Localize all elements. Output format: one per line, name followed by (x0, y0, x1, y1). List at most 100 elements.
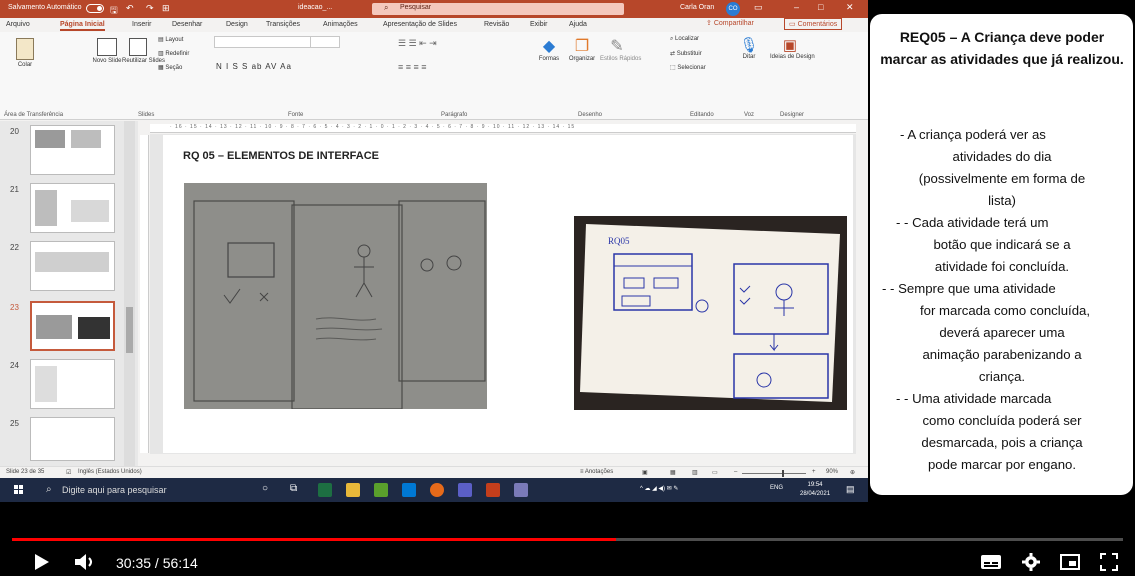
align-buttons[interactable]: ≡ ≡ ≡ ≡ (398, 62, 427, 72)
notes-button[interactable]: ≡ Anotações (580, 469, 613, 475)
close-icon[interactable]: ✕ (846, 2, 854, 13)
subtitles-button[interactable] (980, 554, 1002, 575)
paste-button[interactable]: Colar (8, 38, 42, 68)
settings-button[interactable] (1022, 553, 1040, 576)
design-ideas-button[interactable]: ▣ Ideias de Design (770, 36, 815, 60)
replace-button[interactable]: ⇄ Substituir (670, 50, 702, 57)
save-icon[interactable]: 🖫 (110, 3, 118, 19)
volume-button[interactable] (74, 553, 98, 576)
sketch-photo-wireframes[interactable] (184, 183, 487, 409)
tab-exibir[interactable]: Exibir (530, 21, 548, 28)
slide-title[interactable]: RQ 05 – ELEMENTOS DE INTERFACE (183, 150, 379, 162)
file-name[interactable]: ideacao_... (298, 4, 332, 11)
language-indicator[interactable]: ENG (770, 485, 783, 491)
scrollbar-thumb[interactable] (126, 307, 133, 353)
slide-thumbnail[interactable] (30, 125, 115, 175)
slide-thumbnail[interactable] (30, 183, 115, 233)
avatar[interactable]: CO (726, 2, 740, 16)
normal-view-icon[interactable]: ▣ (642, 469, 648, 476)
outlook-icon[interactable] (402, 483, 416, 497)
select-button[interactable]: ⬚ Selecionar (670, 64, 706, 71)
reading-view-icon[interactable]: ▥ (692, 469, 698, 476)
thumbnail-scrollbar[interactable] (124, 121, 135, 466)
file-explorer-icon[interactable] (346, 483, 360, 497)
autosave-toggle[interactable] (86, 4, 104, 13)
dictate-button[interactable]: 🎙 Ditar (736, 36, 762, 60)
quick-styles-button[interactable]: ✎ Estilos Rápidos (600, 36, 641, 62)
tab-design[interactable]: Design (226, 21, 248, 28)
tab-ajuda[interactable]: Ajuda (569, 21, 587, 28)
zoom-slider[interactable] (742, 473, 806, 474)
sketch-photo-interface[interactable]: RQ05 (574, 216, 847, 410)
slide-thumbnail[interactable] (30, 241, 115, 291)
minimize-icon[interactable]: – (794, 2, 799, 12)
system-tray-icons[interactable]: ^ ☁ ◢ ◀) ✉ ✎ (640, 485, 678, 492)
reset-button[interactable]: ▥ Redefinir (158, 50, 189, 57)
font-format-buttons[interactable]: N I S S ab AV Aa (216, 62, 292, 71)
reuse-slides-icon (129, 38, 147, 56)
find-button[interactable]: ⌕ Localizar (670, 36, 699, 43)
new-slide-button[interactable]: Novo Slide (92, 38, 122, 64)
section-button[interactable]: ▦ Seção (158, 64, 182, 71)
autosave-label: Salvamento Automático (8, 4, 82, 11)
shapes-button[interactable]: ◆ Formas (534, 36, 564, 62)
slideshow-icon[interactable]: ▭ (712, 469, 718, 476)
layout-button[interactable]: ▤ Layout (158, 36, 183, 43)
maximize-icon[interactable]: □ (818, 2, 823, 12)
tab-transicoes[interactable]: Transições (266, 21, 300, 28)
taskbar-search[interactable]: ⌕ Digite aqui para pesquisar (36, 481, 252, 499)
current-slide[interactable]: RQ 05 – ELEMENTOS DE INTERFACE RQ05 (163, 135, 853, 453)
list-buttons[interactable]: ☰ ☰ ⇤ ⇥ (398, 38, 437, 49)
app-icon[interactable] (374, 483, 388, 497)
search-box[interactable]: ⌕ Pesquisar (372, 3, 624, 15)
chrome-icon[interactable] (430, 483, 444, 497)
share-button[interactable]: ⇪ Compartilhar (706, 19, 754, 27)
slide-thumbnail[interactable] (30, 359, 115, 409)
slide-thumbnail[interactable] (30, 417, 115, 461)
redo-icon[interactable]: ↷ (146, 3, 154, 14)
slide-thumbnail-selected[interactable] (30, 301, 115, 351)
fullscreen-button[interactable] (1100, 553, 1118, 576)
fit-slide-icon[interactable]: ⊕ (850, 469, 855, 476)
thumb-number: 20 (10, 127, 19, 136)
progress-bar[interactable] (12, 538, 1123, 541)
zoom-level[interactable]: 90% (826, 469, 838, 475)
zoom-in-icon[interactable]: + (812, 469, 816, 475)
tab-revisao[interactable]: Revisão (484, 21, 509, 28)
spellcheck-icon[interactable]: ☑ (66, 469, 71, 476)
font-size-select[interactable] (310, 36, 340, 48)
teams-icon[interactable] (458, 483, 472, 497)
miniplayer-icon (1060, 554, 1080, 570)
play-button[interactable] (34, 553, 50, 576)
sorter-view-icon[interactable]: ▦ (670, 469, 676, 476)
tab-arquivo[interactable]: Arquivo (6, 21, 30, 28)
tab-apresentacao[interactable]: Apresentação de Slides (383, 21, 457, 28)
requirement-line: animação parabenizando a (922, 347, 1082, 362)
task-view-icon[interactable]: ⧉ (290, 483, 297, 494)
requirement-panel: REQ05 – A Criança deve poder marcar as a… (870, 14, 1133, 495)
powerpoint-icon[interactable] (486, 483, 500, 497)
notifications-icon[interactable]: ▤ (846, 484, 855, 495)
tab-pagina-inicial[interactable]: Página Inicial (60, 21, 105, 31)
zoom-out-icon[interactable]: – (734, 469, 737, 475)
reuse-slides-button[interactable]: Reutilizar Slides (122, 38, 165, 64)
taskbar-clock[interactable]: 19:54 28/04/2021 (800, 481, 830, 499)
zoom-slider-handle[interactable] (782, 470, 784, 477)
tab-animacoes[interactable]: Animações (323, 21, 358, 28)
tab-desenhar[interactable]: Desenhar (172, 21, 202, 28)
undo-icon[interactable]: ↶ (126, 3, 134, 14)
tab-inserir[interactable]: Inserir (132, 21, 151, 28)
windows-start-icon[interactable] (14, 485, 24, 495)
present-icon[interactable]: ⊞ (162, 3, 170, 14)
excel-icon[interactable] (318, 483, 332, 497)
video-player[interactable]: Salvamento Automático 🖫 ↶ ↷ ⊞ ideacao_..… (0, 0, 1135, 576)
comments-button[interactable]: ▭ Comentários (784, 18, 843, 30)
arrange-button[interactable]: ❐ Organizar (564, 36, 600, 62)
cortana-icon[interactable]: ○ (262, 483, 268, 494)
ribbon-display-icon[interactable]: ▭ (754, 2, 763, 13)
user-name: Carla Oran (680, 4, 715, 11)
miniplayer-button[interactable] (1060, 554, 1080, 575)
shapes-label: Formas (538, 56, 560, 62)
app-icon[interactable] (514, 483, 528, 497)
language-status[interactable]: Inglês (Estados Unidos) (78, 469, 142, 475)
